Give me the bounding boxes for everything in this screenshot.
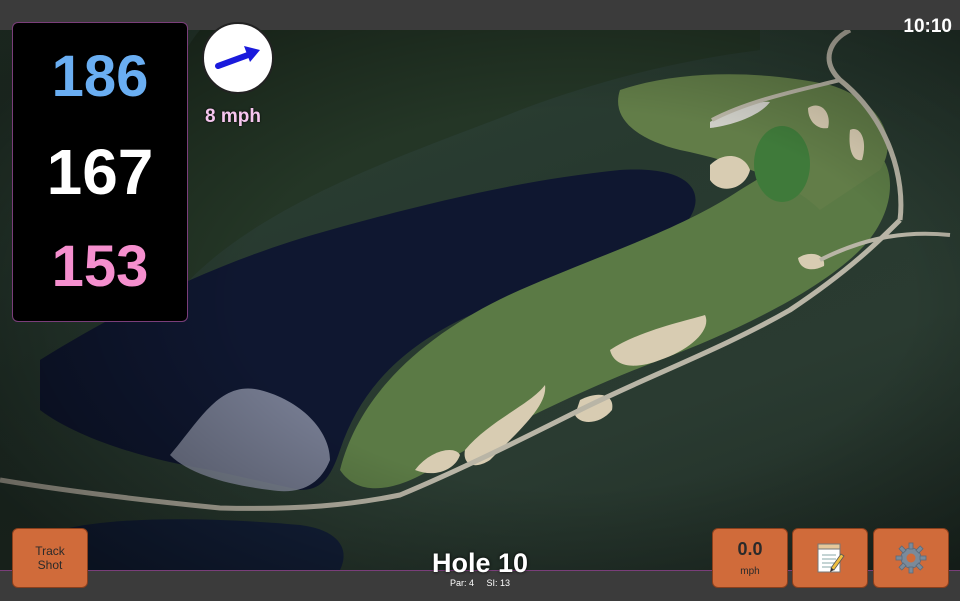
notepad-icon xyxy=(817,543,845,573)
front-yardage: 153 xyxy=(51,234,149,299)
track-shot-button[interactable]: Track Shot xyxy=(12,528,88,588)
track-shot-label-line1: Track xyxy=(35,544,65,558)
speed-button[interactable]: 0.0 mph xyxy=(712,528,788,588)
speed-value: 0.0 xyxy=(737,539,763,559)
gear-icon xyxy=(895,542,927,574)
settings-button[interactable] xyxy=(873,528,949,588)
track-shot-label-line2: Shot xyxy=(37,558,63,572)
hole-par: Par: 4 xyxy=(449,578,474,588)
yardage-panel: 186 167 153 xyxy=(12,22,188,322)
notes-button[interactable] xyxy=(792,528,868,588)
wind-speed: 8 mph xyxy=(205,106,261,127)
wind-arrow-icon xyxy=(215,46,260,69)
middle-yardage: 167 xyxy=(46,136,154,208)
status-clock: 10:10 xyxy=(903,16,952,37)
back-yardage: 186 xyxy=(51,44,149,109)
wind-indicator[interactable] xyxy=(202,22,274,94)
hole-stroke-index: SI: 13 xyxy=(486,578,511,588)
speed-unit: mph xyxy=(740,566,760,577)
hole-title: Hole 10 xyxy=(431,548,529,578)
hole-info: Par: 4 SI: 13 xyxy=(380,578,580,588)
